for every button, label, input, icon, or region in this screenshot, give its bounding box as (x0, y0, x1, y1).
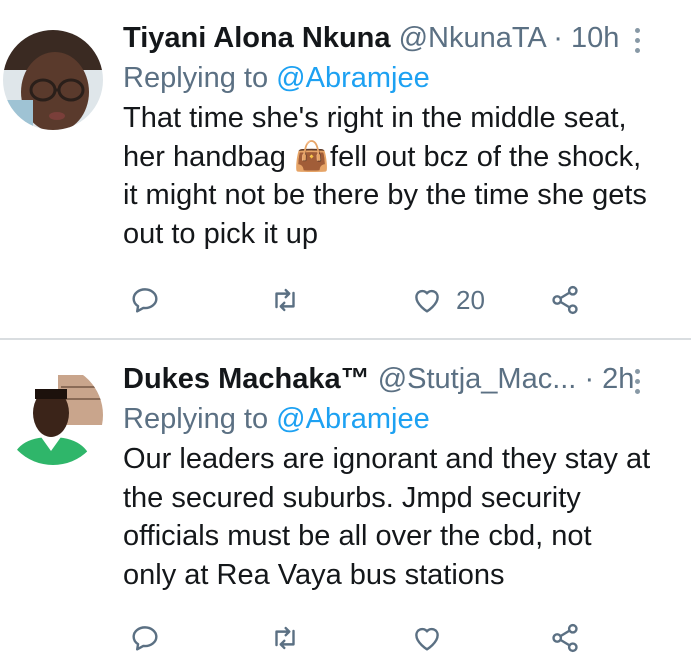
tweet-actions (124, 618, 691, 658)
share-icon (552, 285, 578, 315)
share-button[interactable] (548, 618, 582, 658)
replying-label: Replying to (123, 403, 269, 435)
reply-button[interactable] (128, 618, 162, 658)
heart-icon (415, 627, 439, 651)
tweet-text: That time she's right in the middle seat… (123, 99, 671, 253)
replying-handle-link[interactable]: @Abramjee (276, 62, 430, 94)
share-button[interactable] (548, 280, 582, 320)
tweet-text-line: officials must be all over the cbd, not (123, 520, 592, 552)
tweet-text: Our leaders are ignorant and they stay a… (123, 440, 671, 594)
tweet[interactable]: Tiyani Alona Nkuna @NkunaTA · 10h Replyi… (0, 0, 691, 340)
retweet-button[interactable] (268, 618, 302, 658)
display-name[interactable]: Dukes Machaka™ (123, 363, 370, 395)
tweet-actions: 20 (124, 280, 691, 320)
timestamp[interactable]: 2h (602, 363, 634, 395)
divider (0, 338, 691, 340)
retweet-button[interactable] (268, 280, 302, 320)
tweet-content: Tiyani Alona Nkuna @NkunaTA · 10h Replyi… (123, 18, 671, 253)
replying-handle-link[interactable]: @Abramjee (276, 403, 430, 435)
retweet-icon (275, 288, 295, 312)
tweet-text-line: only at Rea Vaya bus stations (123, 558, 505, 591)
reply-icon (132, 626, 158, 651)
tweet-text-line: That time she's right in the middle seat… (123, 102, 627, 134)
tweet-header: Tiyani Alona Nkuna @NkunaTA · 10h (123, 18, 671, 58)
timestamp[interactable]: 10h (571, 22, 619, 54)
username[interactable]: @Stutja_Mac... (378, 363, 577, 395)
display-name[interactable]: Tiyani Alona Nkuna (123, 22, 391, 54)
replying-to: Replying to @Abramjee (123, 58, 671, 98)
like-button[interactable] (410, 618, 456, 658)
avatar[interactable] (3, 30, 103, 130)
reply-button[interactable] (128, 280, 162, 320)
tweet-header: Dukes Machaka™ @Stutja_Mac... · 2h (123, 359, 671, 399)
retweet-icon (275, 626, 295, 650)
share-icon (552, 623, 578, 653)
more-options-icon[interactable] (635, 28, 641, 58)
tweet-text-line: out to pick it up (123, 217, 319, 250)
like-count: 20 (456, 284, 485, 315)
separator: · (584, 363, 595, 395)
username[interactable]: @NkunaTA (399, 22, 546, 54)
more-options-icon[interactable] (635, 369, 641, 399)
tweet[interactable]: Dukes Machaka™ @Stutja_Mac... · 2h Reply… (0, 341, 691, 670)
heart-icon (415, 289, 439, 313)
tweet-text-line: her handbag 👜fell out bcz of the shock, (123, 140, 642, 173)
reply-icon (132, 288, 158, 313)
replying-to: Replying to @Abramjee (123, 399, 671, 439)
tweet-text-line: it might not be there by the time she ge… (123, 179, 647, 211)
like-button[interactable]: 20 (410, 280, 485, 320)
tweet-text-line: the secured suburbs. Jmpd security (123, 481, 581, 514)
avatar[interactable] (3, 365, 103, 465)
separator: · (553, 22, 563, 54)
tweet-text-line: Our leaders are ignorant and they stay a… (123, 443, 651, 475)
tweet-content: Dukes Machaka™ @Stutja_Mac... · 2h Reply… (123, 359, 671, 594)
replying-label: Replying to (123, 62, 269, 94)
